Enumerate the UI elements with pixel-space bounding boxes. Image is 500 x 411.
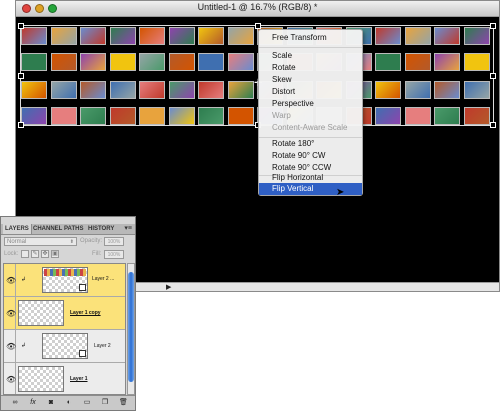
menu-item-free-transform[interactable]: Free Transform — [259, 32, 362, 44]
smart-object-icon — [79, 284, 86, 291]
blend-opacity-row: Normal ⬍ Opacity: 100% — [4, 237, 134, 247]
mouse-pointer-icon: ➤ — [336, 187, 345, 198]
tab-channels[interactable]: CHANNEL — [33, 224, 62, 234]
layer-thumbnail — [42, 267, 88, 293]
lock-label: Lock: — [4, 251, 19, 257]
panel-menu-icon[interactable]: ▾≡ — [124, 224, 132, 234]
menu-item-scale[interactable]: Scale — [259, 50, 362, 62]
window-titlebar[interactable]: Untitled-1 @ 16.7% (RGB/8) * — [16, 1, 499, 17]
menu-separator — [259, 47, 362, 48]
transform-handle-top-left[interactable] — [18, 23, 24, 29]
panel-tab-bar: LAYERS CHANNEL PATHS HISTORY ▾≡ — [1, 224, 135, 235]
adjustment-icon[interactable]: ◐ — [65, 399, 73, 407]
transform-context-menu: Free Transform Scale Rotate Skew Distort… — [258, 29, 363, 196]
lock-all-icon[interactable]: ▣ — [51, 250, 59, 258]
scrollbar-thumb[interactable] — [128, 272, 134, 382]
layers-panel: LAYERS CHANNEL PATHS HISTORY ▾≡ Normal ⬍… — [0, 216, 136, 411]
menu-item-content-aware-scale: Content-Aware Scale — [272, 123, 348, 132]
thumbnail-photos — [44, 269, 86, 276]
menu-item-perspective[interactable]: Perspective — [259, 98, 362, 110]
blend-mode-value: Normal — [7, 239, 27, 245]
transform-handle-bottom-left[interactable] — [18, 122, 24, 128]
layer-name[interactable]: Layer 2 — [94, 343, 111, 350]
transform-handle-top-right[interactable] — [490, 23, 496, 29]
layer-thumbnail — [42, 333, 88, 359]
layer-thumbnail — [18, 366, 64, 392]
layer-name[interactable]: Layer 2 ... — [92, 276, 114, 283]
transform-handle-middle-left[interactable] — [18, 73, 24, 79]
fill-field[interactable]: 100% — [104, 250, 124, 259]
layer-name[interactable]: Layer 1 — [70, 376, 88, 383]
window-title: Untitled-1 @ 16.7% (RGB/8) * — [197, 2, 318, 12]
scroll-right-arrow-icon[interactable]: ▶ — [166, 283, 171, 292]
fx-icon[interactable]: fx — [29, 399, 37, 407]
new-layer-icon[interactable]: ❐ — [101, 399, 109, 407]
transform-bounding-box[interactable]: ✛ — [18, 23, 496, 128]
menu-item-rotate-180[interactable]: Rotate 180° — [259, 138, 362, 150]
clipping-arrow-icon: ↲ — [21, 277, 27, 283]
layer-row-layer-2[interactable]: 👁 ↲ Layer 2 — [4, 330, 125, 363]
layers-list: 👁 ↲ Layer 2 ... 👁 Layer 1 copy 👁 ↲ Layer… — [3, 263, 126, 395]
menu-item-skew[interactable]: Skew — [259, 74, 362, 86]
eye-icon[interactable]: 👁 — [6, 276, 16, 285]
menu-item-flip-vertical[interactable]: Flip Vertical — [259, 183, 362, 195]
lock-fill-row: Lock: ✎ ✥ ▣ Fill: 100% — [4, 250, 134, 260]
tab-history[interactable]: HISTORY — [88, 224, 114, 234]
layer-thumbnail — [18, 300, 64, 326]
chevron-updown-icon: ⬍ — [69, 239, 74, 245]
group-icon[interactable]: ▭ — [83, 399, 91, 407]
layers-scrollbar[interactable] — [127, 263, 135, 395]
layer-row-layer-2-copy[interactable]: 👁 ↲ Layer 2 ... — [4, 264, 125, 297]
smart-object-icon — [79, 350, 86, 357]
lock-image-pixels-icon[interactable]: ✎ — [31, 250, 39, 258]
fill-label: Fill: — [92, 251, 102, 257]
eye-icon[interactable]: 👁 — [6, 342, 16, 351]
opacity-label: Opacity: — [80, 238, 103, 244]
layer-row-layer-1-copy[interactable]: 👁 Layer 1 copy — [4, 297, 125, 330]
trash-icon[interactable]: 🗑 — [119, 399, 128, 407]
menu-item-distort[interactable]: Distort — [259, 86, 362, 98]
layer-name[interactable]: Layer 1 copy — [70, 310, 101, 317]
tab-paths[interactable]: PATHS — [64, 224, 83, 234]
eye-icon[interactable]: 👁 — [6, 309, 16, 318]
tab-layers[interactable]: LAYERS — [3, 224, 32, 234]
opacity-field[interactable]: 100% — [104, 237, 124, 246]
menu-item-warp: Warp — [272, 111, 291, 120]
lock-transparent-pixels-icon[interactable] — [21, 250, 29, 258]
blend-mode-select[interactable]: Normal ⬍ — [4, 237, 77, 246]
link-icon[interactable]: ∞ — [11, 399, 19, 407]
layer-row-layer-1[interactable]: 👁 Layer 1 — [4, 363, 125, 394]
eye-icon[interactable]: 👁 — [6, 375, 16, 384]
transform-handle-middle-right[interactable] — [490, 73, 496, 79]
transform-handle-bottom-right[interactable] — [490, 122, 496, 128]
menu-item-rotate-90-cw[interactable]: Rotate 90° CW — [259, 150, 362, 162]
mask-icon[interactable]: ◙ — [47, 399, 55, 407]
lock-position-icon[interactable]: ✥ — [41, 250, 49, 258]
clipping-arrow-icon: ↲ — [21, 343, 27, 349]
layers-panel-footer: ∞ fx ◙ ◐ ▭ ❐ 🗑 — [1, 395, 135, 410]
menu-item-rotate[interactable]: Rotate — [259, 62, 362, 74]
